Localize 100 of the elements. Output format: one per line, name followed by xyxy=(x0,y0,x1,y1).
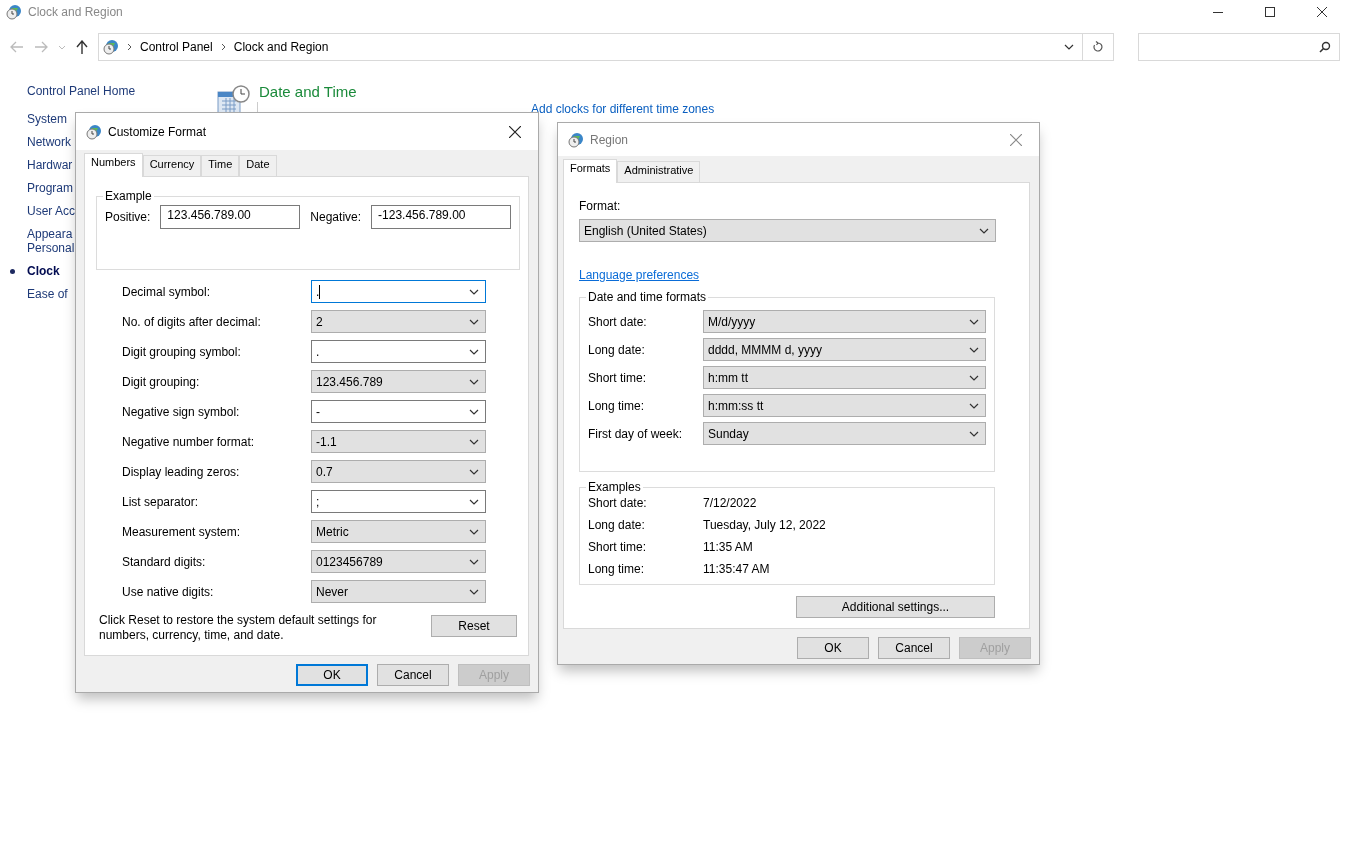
field-label: Use native digits: xyxy=(122,584,215,599)
chevron-down-icon xyxy=(469,558,479,565)
globe-clock-icon xyxy=(86,123,102,140)
dropdown[interactable]: h:mm:ss tt xyxy=(703,394,986,417)
field-label: Short date: xyxy=(588,314,648,329)
field-label: First day of week: xyxy=(588,426,684,441)
chevron-down-icon xyxy=(469,588,479,595)
dialog-button[interactable]: OK xyxy=(296,664,368,686)
chevron-down-icon xyxy=(969,346,979,353)
field-label: Decimal symbol: xyxy=(122,284,212,299)
field-label: Short date: xyxy=(588,496,648,510)
field-label: Long time: xyxy=(588,398,646,413)
sidebar-item[interactable]: Clock xyxy=(27,264,217,278)
chevron-down-icon xyxy=(969,374,979,381)
language-link[interactable]: Language preferences xyxy=(579,268,700,282)
chevron-down-icon xyxy=(979,227,989,234)
chevron-down-icon xyxy=(1064,44,1074,50)
chevron-down-icon xyxy=(469,378,479,385)
sidebar-link[interactable]: Control Panel Home xyxy=(27,84,217,98)
address-bar[interactable]: Control Panel Clock and Region xyxy=(98,33,1114,61)
chevron-down-icon xyxy=(969,318,979,325)
field-label: Digit grouping: xyxy=(122,374,201,389)
field-label: Digit grouping symbol: xyxy=(122,344,242,359)
task-link[interactable]: Add clocks for different time zones xyxy=(531,102,725,116)
minimize-icon xyxy=(1213,11,1223,13)
group-title: Date and time formats xyxy=(587,290,708,304)
combo-box[interactable]: . xyxy=(311,340,486,363)
tab[interactable]: Formats xyxy=(563,159,618,183)
tab[interactable]: Numbers xyxy=(84,153,143,177)
chevron-down-icon[interactable] xyxy=(58,44,66,50)
chevron-down-icon xyxy=(969,402,979,409)
reset-button[interactable]: Reset xyxy=(431,615,517,637)
dropdown[interactable]: -1.1 xyxy=(311,430,486,453)
dropdown[interactable]: 123.456.789 xyxy=(311,370,486,393)
section-heading[interactable]: Date and Time xyxy=(259,84,725,100)
search-field[interactable] xyxy=(1138,33,1340,61)
output-field: 123.456.789.00 xyxy=(160,205,301,229)
example-value: 11:35:47 AM xyxy=(703,562,771,576)
example-value: 11:35 AM xyxy=(703,540,754,554)
field-label: Standard digits: xyxy=(122,554,207,569)
tab[interactable]: Date xyxy=(239,155,277,176)
dropdown[interactable]: M/d/yyyy xyxy=(703,310,986,333)
combo-box[interactable]: - xyxy=(311,400,486,423)
chevron-down-icon xyxy=(469,318,479,325)
field-label: No. of digits after decimal: xyxy=(122,314,262,329)
field-label: Short time: xyxy=(588,370,648,385)
dropdown[interactable]: 0.7 xyxy=(311,460,486,483)
note-text: Click Reset to restore the system default settings for numbers, currency, time, and date. xyxy=(99,613,378,643)
globe-clock-icon xyxy=(568,131,584,148)
dropdown[interactable]: 0123456789 xyxy=(311,550,486,573)
chevron-down-icon xyxy=(469,438,479,445)
dropdown[interactable]: Metric xyxy=(311,520,486,543)
back-arrow-icon[interactable] xyxy=(10,41,24,53)
bullet-icon xyxy=(10,269,15,274)
chevron-down-icon xyxy=(469,408,479,415)
dropdown[interactable]: h:mm tt xyxy=(703,366,986,389)
dialog-button[interactable]: Cancel xyxy=(878,637,950,659)
field-label: List separator: xyxy=(122,494,200,509)
tab[interactable]: Time xyxy=(201,155,240,176)
dialog-button[interactable]: Cancel xyxy=(377,664,449,686)
example-value: Tuesday, July 12, 2022 xyxy=(703,518,827,532)
dialog-title: Region xyxy=(590,132,630,147)
breadcrumb[interactable]: Control Panel xyxy=(140,40,213,54)
chevron-down-icon xyxy=(969,430,979,437)
chevron-down-icon xyxy=(469,468,479,475)
forward-arrow-icon[interactable] xyxy=(34,41,48,53)
output-field: -123.456.789.00 xyxy=(371,205,512,229)
field-label: Negative sign symbol: xyxy=(122,404,241,419)
field-label: Negative: xyxy=(310,210,362,224)
tab[interactable]: Currency xyxy=(142,155,202,176)
field-label: Long time: xyxy=(588,562,646,576)
field-label: Format: xyxy=(579,199,621,213)
dropdown[interactable]: 2 xyxy=(311,310,486,333)
combo-box[interactable]: ; xyxy=(311,490,486,513)
dialog-button[interactable]: OK xyxy=(797,637,869,659)
close-icon xyxy=(1317,7,1327,17)
refresh-icon xyxy=(1092,41,1104,53)
chevron-down-icon xyxy=(469,528,479,535)
dropdown[interactable]: dddd, MMMM d, yyyy xyxy=(703,338,986,361)
field-label: Measurement system: xyxy=(122,524,242,539)
globe-clock-icon xyxy=(103,39,119,55)
breadcrumb[interactable]: Clock and Region xyxy=(233,40,329,54)
tab[interactable]: Administrative xyxy=(617,161,701,182)
dialog-title: Customize Format xyxy=(108,124,208,139)
search-icon xyxy=(1319,41,1331,53)
close-icon xyxy=(509,125,521,138)
combo-box[interactable]: . xyxy=(311,280,486,303)
text-cursor xyxy=(319,284,321,299)
up-arrow-icon[interactable] xyxy=(76,40,88,54)
field-label: Display leading zeros: xyxy=(122,464,241,479)
globe-clock-icon xyxy=(6,4,22,20)
group-title: Example xyxy=(104,189,153,203)
dropdown[interactable]: Never xyxy=(311,580,486,603)
field-label: Long date: xyxy=(588,518,646,532)
group-title: Examples xyxy=(587,480,642,494)
dropdown[interactable]: English (United States) xyxy=(579,219,996,242)
additional-settings-button[interactable]: Additional settings... xyxy=(796,596,995,618)
maximize-icon xyxy=(1265,7,1275,17)
example-value: 7/12/2022 xyxy=(703,496,758,510)
dropdown[interactable]: Sunday xyxy=(703,422,986,445)
